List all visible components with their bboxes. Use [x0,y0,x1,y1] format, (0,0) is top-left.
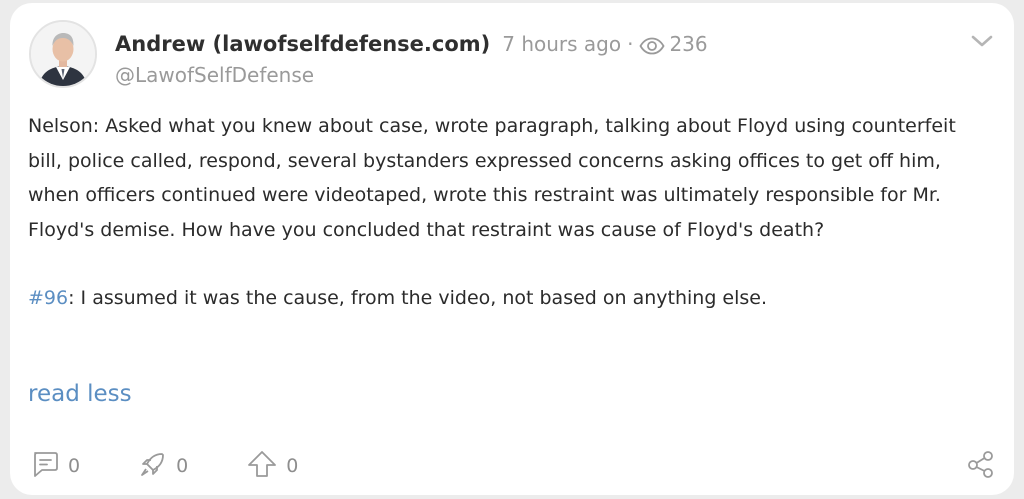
separator-dot: · [627,32,634,56]
post-body: Nelson: Asked what you knew about case, … [28,109,993,316]
chevron-down-icon[interactable] [970,33,994,53]
comment-count: 0 [68,455,81,477]
post-text: : I assumed it was the cause, from the v… [68,287,768,309]
view-count: 236 [669,32,708,56]
hashtag-link[interactable]: #96 [28,287,68,309]
upvote-count: 0 [286,455,299,477]
rocket-icon [138,449,168,483]
comment-button[interactable]: 0 [30,449,80,483]
arrow-up-icon [246,449,278,483]
timestamp: 7 hours ago [502,32,622,56]
eye-icon [639,34,665,62]
action-bar: 0 0 0 [30,449,356,483]
read-less-link[interactable]: read less [28,378,132,410]
author-handle[interactable]: @LawofSelfDefense [115,61,314,89]
post-paragraph: #96: I assumed it was the cause, from th… [28,281,993,316]
share-icon[interactable] [966,449,996,483]
post-card: Andrew (lawofselfdefense.com) 7 hours ago… [10,3,1014,495]
boost-button[interactable]: 0 [138,449,188,483]
post-header: Andrew (lawofselfdefense.com) 7 hours ago… [115,30,708,62]
author-name[interactable]: Andrew (lawofselfdefense.com) [115,32,490,56]
boost-count: 0 [176,455,189,477]
post-paragraph: Nelson: Asked what you knew about case, … [28,115,956,241]
upvote-button[interactable]: 0 [246,449,298,483]
avatar[interactable] [29,20,97,88]
comment-icon [30,449,60,483]
